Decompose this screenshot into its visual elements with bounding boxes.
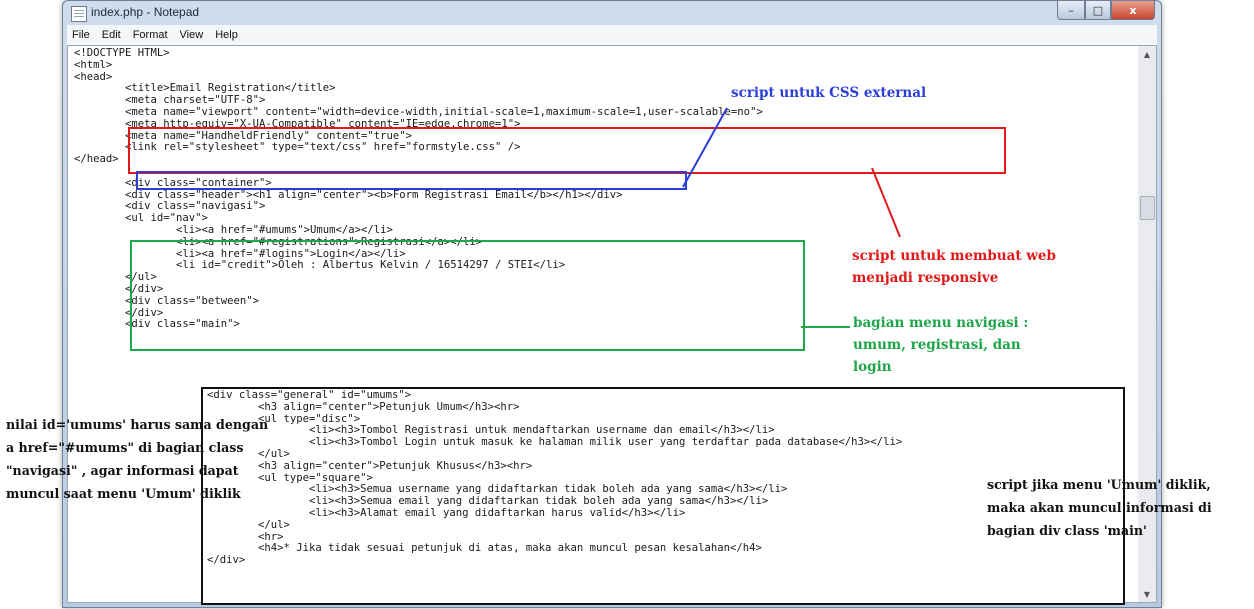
css-external-note: script untuk CSS external bbox=[731, 85, 927, 101]
id-match-note: nilai id='umums' harus sama dengan a hre… bbox=[6, 417, 269, 501]
navigation-note: bagian menu navigasi : umum, registrasi,… bbox=[853, 315, 1029, 375]
responsive-note: script untuk membuat web menjadi respons… bbox=[852, 248, 1056, 286]
main-info-note: script jika menu 'Umum' diklik, maka aka… bbox=[987, 477, 1212, 538]
red-connector bbox=[871, 167, 901, 238]
blue-connector bbox=[682, 107, 728, 188]
